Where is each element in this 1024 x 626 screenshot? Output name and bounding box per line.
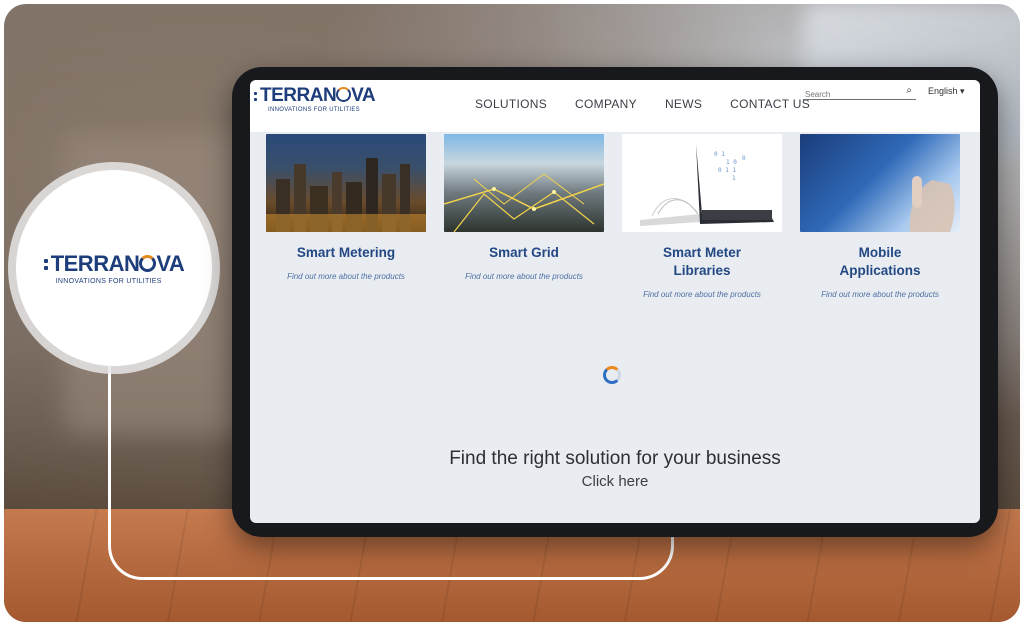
- loading-spinner-icon: [603, 366, 621, 384]
- logo-tagline: INNOVATIONS FOR UTILITIES: [55, 278, 162, 285]
- logo-dots-icon: [254, 91, 257, 101]
- header-bar: TERRAN VA INNOVATIONS FOR UTILITIES SOLUT…: [250, 80, 980, 132]
- logo-o-icon: [139, 255, 157, 272]
- city-night-image[interactable]: [266, 134, 426, 232]
- card-mobile-applications[interactable]: Mobile Applications Find out more about …: [800, 134, 960, 299]
- card-smart-metering[interactable]: Smart Metering Find out more about the p…: [266, 134, 426, 281]
- card-title[interactable]: Mobile Applications: [800, 244, 960, 280]
- logo-dots-icon: [43, 258, 48, 270]
- language-label: English: [928, 86, 958, 96]
- cta-heading: Find the right solution for your busines…: [449, 448, 781, 469]
- site-logo[interactable]: TERRAN VA INNOVATIONS FOR UTILITIES: [254, 85, 376, 113]
- nav-solutions[interactable]: SOLUTIONS: [475, 97, 547, 111]
- logo-o-icon: [336, 87, 352, 102]
- svg-text:0 1 1: 0 1 1: [718, 167, 736, 174]
- badge-logo: TERRAN VA INNOVATIONS FOR UTILITIES: [43, 251, 185, 285]
- skyline-illustration: [266, 158, 426, 232]
- smart-grid-image[interactable]: [444, 134, 604, 232]
- svg-text:1: 1: [732, 175, 736, 182]
- website-screen: TERRAN VA INNOVATIONS FOR UTILITIES SOLUT…: [250, 80, 980, 523]
- card-link[interactable]: Find out more about the products: [444, 272, 604, 281]
- logo-wordmark: TERRAN VA: [50, 251, 185, 276]
- hand-illustration: [909, 176, 955, 232]
- language-selector[interactable]: English ▾: [928, 86, 965, 97]
- card-smart-grid[interactable]: Smart Grid Find out more about the produ…: [444, 134, 604, 281]
- card-title[interactable]: Smart Metering: [266, 244, 426, 262]
- card-title[interactable]: Smart Grid: [444, 244, 604, 262]
- search-box: ⌕: [803, 84, 916, 102]
- card-link[interactable]: Find out more about the products: [800, 290, 960, 299]
- card-smart-meter-libraries[interactable]: 0 11 00 1 1 1 0 Smart Meter Libraries Fin…: [622, 134, 782, 299]
- svg-text:0: 0: [742, 155, 746, 162]
- laptop-book-illustration: 0 11 00 1 1 1 0: [640, 144, 774, 226]
- grid-lines-illustration: [444, 173, 604, 232]
- laptop-book-image[interactable]: 0 11 00 1 1 1 0: [622, 134, 782, 232]
- svg-text:1 0: 1 0: [726, 159, 737, 166]
- card-link[interactable]: Find out more about the products: [622, 290, 782, 299]
- tablet-hand-image[interactable]: [800, 134, 960, 232]
- nav-contact-us[interactable]: CONTACT US: [730, 97, 810, 111]
- main-nav: SOLUTIONS COMPANY NEWS CONTACT US: [475, 97, 810, 111]
- card-title[interactable]: Smart Meter Libraries: [622, 244, 782, 280]
- cta-click-here-link[interactable]: Click here: [250, 473, 980, 490]
- search-icon[interactable]: ⌕: [906, 85, 912, 96]
- chevron-down-icon: ▾: [960, 86, 965, 96]
- solutions-grid: Smart Metering Find out more about the p…: [266, 134, 966, 314]
- logo-tagline: INNOVATIONS FOR UTILITIES: [268, 107, 360, 113]
- logo-wordmark: TERRAN VA: [260, 85, 376, 106]
- svg-text:0 1: 0 1: [714, 151, 725, 158]
- card-link[interactable]: Find out more about the products: [266, 272, 426, 281]
- search-input[interactable]: [803, 87, 897, 102]
- nav-company[interactable]: COMPANY: [575, 97, 637, 111]
- nav-news[interactable]: NEWS: [665, 97, 702, 111]
- logo-badge: TERRAN VA INNOVATIONS FOR UTILITIES: [16, 170, 212, 366]
